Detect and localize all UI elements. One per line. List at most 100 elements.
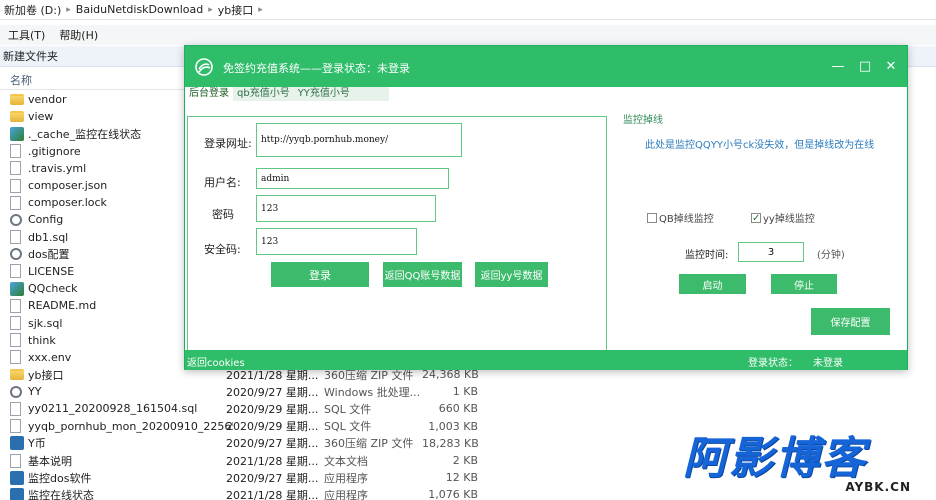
app-tabs: 后台登录 qb充值小号 YY充值小号 xyxy=(185,87,389,101)
app-icon xyxy=(10,487,24,500)
breadcrumb-arrow-icon: ▸ xyxy=(258,4,263,15)
username-label: 用户名: xyxy=(204,176,241,189)
file-size: 24,368 KB xyxy=(422,368,479,382)
breadcrumb-arrow-icon: ▸ xyxy=(208,4,213,15)
tab-yy-accounts[interactable]: YY充值小号 xyxy=(294,87,354,101)
url-input[interactable]: http://yyqb.pornhub.money/ xyxy=(256,123,462,157)
file-row[interactable]: 监控dos软件 2020/9/27 星期... 应用程序 12 KB xyxy=(10,469,490,486)
yy-offline-monitor-checkbox[interactable]: ✓ yy掉线监控 xyxy=(751,210,815,225)
login-status-value: 未登录 xyxy=(813,358,843,369)
file-name: yy0211_20200928_161504.sql xyxy=(28,402,198,416)
column-name-label: 名称 xyxy=(10,73,32,87)
app-icon xyxy=(10,436,24,451)
file-date: 2020/9/29 星期... xyxy=(226,420,319,434)
file-row[interactable]: 监控在线状态 2021/1/28 星期... 应用程序 1,076 KB xyxy=(10,486,490,500)
return-qq-data-button[interactable]: 返回QQ账号数据 xyxy=(383,262,462,287)
file-type: 应用程序 xyxy=(324,471,368,485)
file-size: 18,283 KB xyxy=(422,436,479,450)
file-icon xyxy=(10,195,21,210)
file-date: 2020/9/27 星期... xyxy=(226,437,319,451)
file-icon xyxy=(10,178,21,193)
checkbox-unchecked-icon xyxy=(647,212,657,223)
breadcrumb-arrow-icon: ▸ xyxy=(66,4,71,15)
monitor-time-label: 监控时间: xyxy=(685,250,729,261)
password-input[interactable]: 123 xyxy=(256,195,436,222)
tab-admin-login[interactable]: 后台登录 xyxy=(185,87,233,101)
file-type: 360压缩 ZIP 文件 xyxy=(324,437,414,451)
return-cookies-link[interactable]: 返回cookies xyxy=(187,354,245,369)
file-icon xyxy=(10,264,21,279)
file-size: 1,003 KB xyxy=(428,419,478,433)
breadcrumb-folder[interactable]: BaiduNetdiskDownload xyxy=(76,3,203,16)
return-yy-data-button[interactable]: 返回yy号数据 xyxy=(475,262,548,287)
qb-offline-monitor-checkbox[interactable]: QB掉线监控 xyxy=(647,210,714,225)
app-logo-icon xyxy=(195,58,213,76)
monitor-time-input[interactable]: 3 xyxy=(738,242,804,262)
gear-icon xyxy=(10,213,22,226)
close-icon[interactable]: ✕ xyxy=(882,58,900,76)
monitor-section-title: 监控掉线 xyxy=(623,115,663,126)
minimize-icon[interactable]: — xyxy=(829,58,847,76)
app-icon xyxy=(10,470,24,485)
column-header-name[interactable]: 名称 xyxy=(0,70,200,90)
security-code-input[interactable]: 123 xyxy=(256,228,417,255)
file-row[interactable]: YY 2020/9/27 星期... Windows 批处理... 1 KB xyxy=(10,383,490,400)
gear-icon xyxy=(10,248,22,261)
file-date: 2021/1/28 星期... xyxy=(226,454,319,468)
app-titlebar[interactable]: 免签约充值系统——登录状态：未登录 — □ ✕ xyxy=(185,46,907,87)
yy-offline-monitor-label: yy掉线监控 xyxy=(763,214,815,225)
app-statusbar: 返回cookies 登录状态： 未登录 xyxy=(185,350,907,370)
folder-icon xyxy=(10,94,24,106)
password-label: 密码 xyxy=(212,208,234,221)
app-title: 免签约充值系统——登录状态：未登录 xyxy=(223,62,410,75)
file-type: SQL 文件 xyxy=(324,420,372,434)
folder-icon xyxy=(10,111,24,123)
explorer-menubar: 工具(T) 帮助(H) xyxy=(0,25,936,45)
file-date: 2020/9/29 星期... xyxy=(226,402,319,416)
file-date: 2020/9/27 星期... xyxy=(226,385,319,399)
breadcrumb-current[interactable]: yb接口 xyxy=(218,2,254,18)
file-size: 1 KB xyxy=(452,385,478,399)
file-row[interactable]: Y币 2020/9/27 星期... 360压缩 ZIP 文件 18,283 KB xyxy=(10,435,490,452)
file-icon xyxy=(10,419,21,434)
folder-icon xyxy=(10,369,24,381)
file-size: 1,076 KB xyxy=(428,488,478,500)
address-bar[interactable]: 新加卷 (D:) ▸ BaiduNetdiskDownload ▸ yb接口 ▸ xyxy=(0,0,936,20)
file-name: YY xyxy=(28,385,42,399)
start-button[interactable]: 启动 xyxy=(679,274,746,294)
file-date: 2020/9/27 星期... xyxy=(226,471,319,485)
file-type: 文本文档 xyxy=(324,454,368,468)
url-label: 登录网址: xyxy=(204,137,252,150)
login-panel: 登录网址: http://yyqb.pornhub.money/ 用户名: ad… xyxy=(187,116,607,353)
file-row[interactable]: yyqb_pornhub_mon_20200910_22565... 2020/9… xyxy=(10,418,490,435)
menu-tools[interactable]: 工具(T) xyxy=(8,27,45,43)
file-icon xyxy=(10,161,21,176)
file-row[interactable]: yy0211_20200928_161504.sql 2020/9/29 星期..… xyxy=(10,400,490,417)
stop-button[interactable]: 停止 xyxy=(771,274,837,294)
file-size: 2 KB xyxy=(452,454,478,468)
file-icon xyxy=(10,144,21,159)
file-name: Y币 xyxy=(28,437,46,451)
login-status-label: 登录状态： xyxy=(748,358,798,369)
maximize-icon[interactable]: □ xyxy=(856,58,874,76)
file-icon xyxy=(10,350,21,365)
tab-qb-accounts[interactable]: qb充值小号 xyxy=(233,87,294,101)
file-icon xyxy=(10,316,21,331)
login-button[interactable]: 登录 xyxy=(271,262,369,287)
watermark: 阿影博客 AYBK.CN xyxy=(683,434,923,498)
file-name: 监控在线状态 xyxy=(28,488,94,500)
file-type: 应用程序 xyxy=(324,488,368,500)
file-row[interactable]: 基本说明 2021/1/28 星期... 文本文档 2 KB xyxy=(10,452,490,469)
file-type: SQL 文件 xyxy=(324,402,372,416)
file-size: 660 KB xyxy=(438,402,478,416)
watermark-domain: AYBK.CN xyxy=(845,480,911,494)
file-icon xyxy=(10,401,21,416)
menu-help[interactable]: 帮助(H) xyxy=(59,27,98,43)
monitor-time-unit: (分钟) xyxy=(817,250,845,261)
save-config-button[interactable]: 保存配置 xyxy=(811,308,890,335)
breadcrumb-drive[interactable]: 新加卷 (D:) xyxy=(4,2,61,18)
new-folder-button[interactable]: 新建文件夹 xyxy=(3,48,58,64)
username-input[interactable]: admin xyxy=(256,168,449,189)
watermark-title: 阿影博客 xyxy=(683,433,867,484)
file-name: 监控dos软件 xyxy=(28,471,92,485)
